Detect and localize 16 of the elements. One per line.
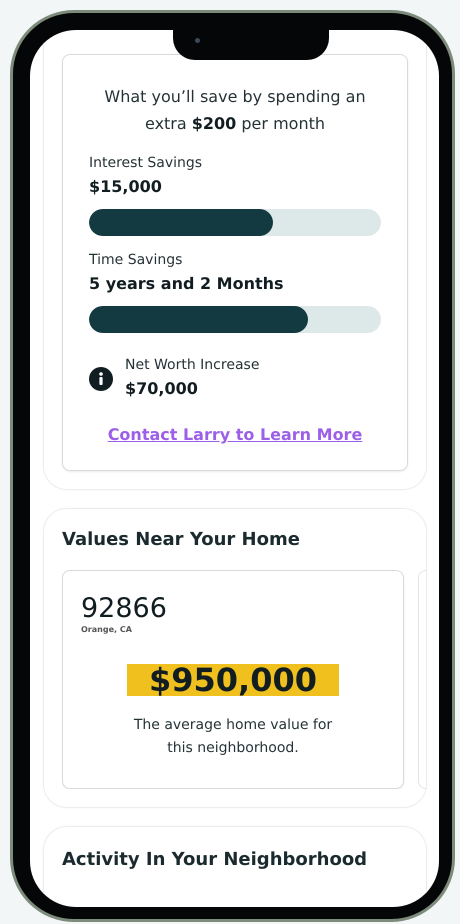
zip-code: 92866 xyxy=(81,593,168,625)
home-price: $950,000 xyxy=(126,664,339,696)
price-description: The average home value for this neighborhood. xyxy=(132,716,334,758)
metric-label: Interest Savings xyxy=(89,154,204,173)
location-label: Orange, CA xyxy=(81,625,133,634)
metric-value: $15,000 xyxy=(89,176,163,198)
info-icon xyxy=(89,367,113,391)
contact-link[interactable]: Contact Larry to Learn More xyxy=(108,425,362,444)
section-title: Values Near Your Home xyxy=(62,529,301,550)
metric-label: Net Worth Increase xyxy=(125,356,260,375)
metric-value: $70,000 xyxy=(125,378,199,400)
savings-heading: What you’ll save by spending an extra $200 per month xyxy=(103,86,367,135)
camera-icon xyxy=(195,38,200,43)
section-title: Activity In Your Neighborhood xyxy=(62,849,368,870)
metric-label: Time Savings xyxy=(89,251,184,270)
metric-value: 5 years and 2 Months xyxy=(89,273,285,295)
